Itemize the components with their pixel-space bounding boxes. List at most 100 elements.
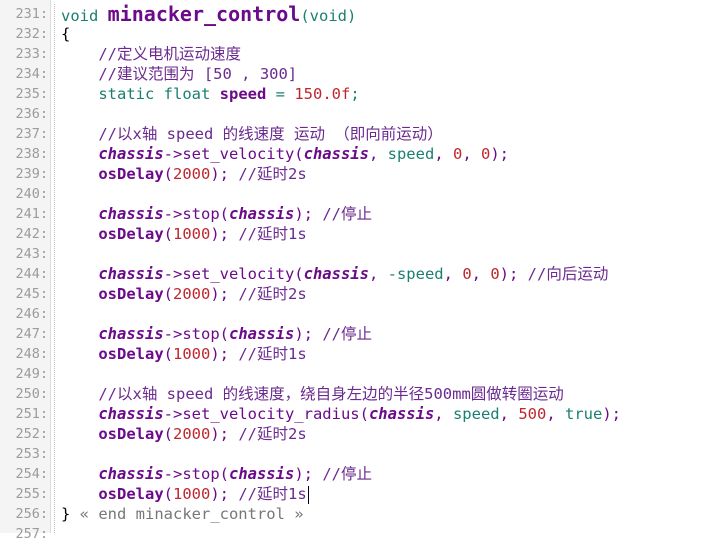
code-text[interactable]: chassis->stop(chassis); //停止 bbox=[61, 204, 372, 224]
code-token: ); bbox=[210, 345, 239, 363]
code-token: chassis bbox=[303, 265, 369, 283]
code-line[interactable]: 247: chassis->stop(chassis); //停止 bbox=[0, 324, 701, 344]
line-number: 252: bbox=[15, 426, 48, 442]
code-text[interactable]: osDelay(1000); //延时1s bbox=[61, 484, 309, 504]
code-line[interactable]: 255: osDelay(1000); //延时1s bbox=[0, 484, 701, 504]
code-lines[interactable]: 231: void minacker_control(void) 232: {233:… bbox=[0, 4, 701, 544]
code-line[interactable]: 257: bbox=[0, 524, 701, 544]
code-line[interactable]: 246: bbox=[0, 304, 701, 324]
line-number: 239: bbox=[15, 166, 48, 182]
code-token: //停止 bbox=[322, 465, 372, 483]
code-token: ->set_velocity( bbox=[163, 265, 304, 283]
code-line[interactable]: 240: bbox=[0, 184, 701, 204]
code-token: , bbox=[434, 145, 453, 163]
code-line[interactable]: 237: //以x轴 speed 的线速度 运动 （即向前运动） bbox=[0, 124, 701, 144]
code-text[interactable]: osDelay(2000); //延时2s bbox=[61, 164, 307, 184]
code-text[interactable]: void minacker_control(void) bbox=[61, 4, 356, 26]
code-token: //停止 bbox=[322, 205, 372, 223]
code-text[interactable]: //定义电机运动速度 bbox=[61, 44, 241, 64]
code-token: osDelay bbox=[98, 165, 164, 183]
line-number: 238: bbox=[15, 146, 48, 162]
code-token: 1000 bbox=[173, 485, 211, 503]
line-number: 232: bbox=[15, 26, 48, 42]
code-text[interactable]: } « end minacker_control » bbox=[61, 504, 304, 524]
code-editor[interactable]: 231: void minacker_control(void) 232: {233:… bbox=[0, 0, 701, 542]
code-token: chassis bbox=[228, 465, 295, 483]
code-line[interactable]: 256: } « end minacker_control » bbox=[0, 504, 701, 524]
code-text[interactable]: osDelay(1000); //延时1s bbox=[61, 344, 306, 364]
code-token: (void) bbox=[300, 7, 357, 25]
code-text[interactable]: //以x轴 speed 的线速度，绕自身左边的半径500mm圆做转圈运动 bbox=[61, 384, 563, 404]
line-number: 248: bbox=[15, 346, 48, 362]
code-line[interactable]: 231: void minacker_control(void) bbox=[0, 4, 701, 26]
code-token: ( bbox=[163, 285, 173, 303]
code-token: //延时2s bbox=[238, 165, 307, 183]
code-token: ( bbox=[163, 485, 173, 503]
code-line[interactable]: 249: bbox=[0, 364, 701, 384]
code-text[interactable]: chassis->stop(chassis); //停止 bbox=[61, 324, 372, 344]
code-line[interactable]: 252: osDelay(2000); //延时2s bbox=[0, 424, 701, 444]
code-line[interactable]: 250: //以x轴 speed 的线速度，绕自身左边的半径500mm圆做转圈运… bbox=[0, 384, 701, 404]
code-token: , bbox=[368, 145, 388, 163]
code-line[interactable]: 233: //定义电机运动速度 bbox=[0, 44, 701, 64]
line-number: 235: bbox=[15, 86, 48, 102]
code-token: chassis bbox=[228, 325, 295, 343]
code-line[interactable]: 244: chassis->set_velocity(chassis, -spe… bbox=[0, 264, 701, 284]
code-token: 2000 bbox=[173, 165, 211, 183]
code-token: //建议范围为 [50 , 300] bbox=[98, 65, 298, 83]
code-line[interactable]: 232: { bbox=[0, 24, 701, 44]
code-token: ); bbox=[210, 285, 239, 303]
code-token: chassis bbox=[98, 145, 164, 163]
code-line[interactable]: 235: static float speed = 150.0f; bbox=[0, 84, 701, 104]
code-line[interactable]: 238: chassis->set_velocity(chassis, spee… bbox=[0, 144, 701, 164]
code-token: ( bbox=[163, 345, 173, 363]
code-token: speed bbox=[219, 85, 267, 103]
code-line[interactable]: 241: chassis->stop(chassis); //停止 bbox=[0, 204, 701, 224]
code-token: //延时2s bbox=[238, 425, 307, 443]
code-token: 500 bbox=[518, 405, 547, 423]
code-token: ); bbox=[210, 485, 239, 503]
code-text[interactable]: osDelay(2000); //延时2s bbox=[61, 424, 307, 444]
code-text[interactable]: //建议范围为 [50 , 300] bbox=[61, 64, 297, 84]
code-line[interactable]: 243: bbox=[0, 244, 701, 264]
code-text[interactable]: osDelay(1000); //延时1s bbox=[61, 224, 306, 244]
code-text[interactable]: chassis->set_velocity_radius(chassis, sp… bbox=[61, 404, 621, 424]
line-number: 256: bbox=[15, 506, 48, 522]
code-token: //定义电机运动速度 bbox=[98, 45, 241, 63]
line-number: 234: bbox=[15, 66, 48, 82]
line-number: 244: bbox=[15, 266, 48, 282]
code-line[interactable]: 234: //建议范围为 [50 , 300] bbox=[0, 64, 701, 84]
code-text[interactable]: osDelay(2000); //延时2s bbox=[61, 284, 307, 304]
code-line[interactable]: 236: bbox=[0, 104, 701, 124]
code-token: chassis bbox=[228, 205, 295, 223]
code-line[interactable]: 239: osDelay(2000); //延时2s bbox=[0, 164, 701, 184]
code-token: chassis bbox=[303, 145, 369, 163]
code-line[interactable]: 254: chassis->stop(chassis); //停止 bbox=[0, 464, 701, 484]
code-token: 0 bbox=[462, 265, 472, 283]
code-token: 150.0f bbox=[294, 85, 351, 103]
code-line[interactable]: 251: chassis->set_velocity_radius(chassi… bbox=[0, 404, 701, 424]
code-token: speed bbox=[387, 145, 435, 163]
code-line[interactable]: 248: osDelay(1000); //延时1s bbox=[0, 344, 701, 364]
code-text[interactable]: chassis->set_velocity(chassis, speed, 0,… bbox=[61, 144, 509, 164]
code-token: ); bbox=[294, 465, 323, 483]
code-text[interactable]: chassis->stop(chassis); //停止 bbox=[61, 464, 372, 484]
code-text[interactable]: chassis->set_velocity(chassis, -speed, 0… bbox=[61, 264, 608, 284]
code-token: //延时2s bbox=[238, 285, 307, 303]
code-text[interactable]: { bbox=[61, 24, 70, 44]
code-text[interactable]: static float speed = 150.0f; bbox=[61, 84, 359, 104]
code-text[interactable]: //以x轴 speed 的线速度 运动 （即向前运动） bbox=[61, 124, 442, 144]
code-line[interactable]: 245: osDelay(2000); //延时2s bbox=[0, 284, 701, 304]
code-line[interactable]: 242: osDelay(1000); //延时1s bbox=[0, 224, 701, 244]
code-token: osDelay bbox=[98, 485, 164, 503]
code-line[interactable]: 253: bbox=[0, 444, 701, 464]
